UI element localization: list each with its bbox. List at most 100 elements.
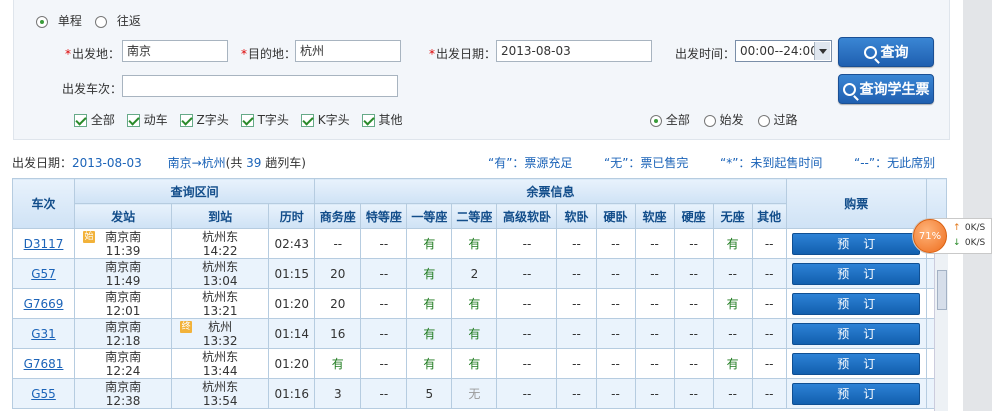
station-filter-origin[interactable]: 始发 [703, 111, 744, 128]
seat-count-cell: 无 [451, 378, 498, 409]
header-depart[interactable]: 发站 [74, 203, 173, 229]
header-arrive[interactable]: 到站 [171, 203, 270, 229]
station-filter-label: 始发 [719, 113, 744, 127]
from-input[interactable]: 南京 [122, 40, 228, 62]
seat-count-cell: 有 [406, 228, 453, 259]
seat-count-cell: -- [595, 348, 636, 379]
checkbox-icon[interactable] [74, 114, 87, 127]
station-filter-passing[interactable]: 过路 [757, 111, 798, 128]
student-query-button[interactable]: 查询学生票 [838, 74, 934, 104]
header-seat-type: 商务座 [314, 203, 362, 229]
train-number-link[interactable]: G7669 [24, 297, 64, 311]
checkbox-icon[interactable] [126, 114, 140, 127]
date-label-group: *出发日期： [429, 45, 496, 62]
radio-icon[interactable] [650, 114, 662, 127]
seat-count-cell: -- [595, 378, 636, 409]
train-type-all[interactable]: 全部 [74, 111, 115, 128]
seat-count-cell: -- [595, 318, 636, 349]
table-scrollbar[interactable] [934, 230, 948, 411]
train-number-link[interactable]: G31 [31, 327, 56, 341]
depart-time: 12:18 [105, 333, 141, 348]
train-type-t[interactable]: T字头 [240, 111, 289, 128]
depart-time: 12:01 [105, 303, 141, 318]
checkbox-icon[interactable] [240, 114, 254, 127]
trip-one-way[interactable]: 单程 [36, 12, 82, 29]
time-select-value: 00:00--24:00 [740, 44, 818, 58]
seat-count-cell: -- [673, 318, 714, 349]
seat-count-cell: -- [556, 288, 597, 319]
summary-count-suffix: 趟列车) [265, 156, 306, 170]
duration-cell: 01:15 [268, 258, 316, 289]
book-button[interactable]: 预订 [792, 382, 921, 405]
depart-time: 12:24 [105, 363, 141, 378]
upload-speed-row: ↑ 0K/S [953, 223, 985, 233]
book-button[interactable]: 预订 [792, 292, 921, 315]
depart-time: 11:39 [105, 243, 141, 258]
checkbox-icon[interactable] [361, 114, 375, 127]
depart-cell: 南京南 11:49 [74, 258, 173, 289]
legend-yes: “有”：票源充足 [488, 156, 573, 170]
query-button[interactable]: 查询 [838, 37, 934, 67]
seat-count-cell: -- [673, 288, 714, 319]
header-train[interactable]: 车次 [11, 178, 76, 229]
student-query-button-label: 查询学生票 [859, 82, 930, 98]
header-seat-type: 软卧 [556, 203, 597, 229]
seat-count-cell: 有 [451, 348, 498, 379]
book-button[interactable]: 预订 [792, 232, 921, 255]
arrive-station: 杭州东 [202, 289, 239, 304]
book-button[interactable]: 预订 [792, 352, 921, 375]
arrive-cell: 杭州东 13:54 [171, 378, 270, 409]
summary-count-prefix: (共 [225, 156, 243, 170]
checkbox-icon[interactable] [300, 114, 314, 127]
train-cell: G7681 [11, 348, 76, 379]
arrive-cell: 杭州东 14:22 [171, 228, 270, 259]
header-duration[interactable]: 历时 [268, 203, 316, 229]
train-type-d[interactable]: 动车 [126, 111, 168, 128]
duration-cell: 01:16 [268, 378, 316, 409]
train-cell: G31 [11, 318, 76, 349]
duration-cell: 01:20 [268, 288, 316, 319]
legend-none: “无”：票已售完 [604, 156, 689, 170]
chevron-down-icon[interactable] [814, 42, 830, 60]
book-button[interactable]: 预订 [792, 322, 921, 345]
round-trip-radio[interactable] [95, 15, 107, 28]
duration-cell: 01:20 [268, 348, 316, 379]
book-cell: 预订 [785, 228, 927, 259]
scroll-thumb[interactable] [937, 270, 947, 310]
to-input[interactable]: 杭州 [295, 40, 401, 62]
checkbox-icon[interactable] [179, 114, 193, 127]
summary-route: 南京→杭州 [167, 156, 226, 170]
seat-count-cell: -- [556, 258, 597, 289]
train-type-k[interactable]: K字头 [300, 111, 350, 128]
depart-station: 南京南 [105, 349, 142, 364]
seat-count-cell: -- [751, 228, 787, 259]
depart-time: 12:38 [105, 393, 141, 408]
time-select[interactable]: 00:00--24:00 [735, 40, 832, 62]
seat-count-cell: 有 [314, 348, 362, 379]
speed-widget[interactable]: 71% ↑ 0K/S ↓ 0K/S [912, 218, 992, 254]
radio-icon[interactable] [757, 114, 770, 127]
station-filter-label: 过路 [773, 113, 798, 127]
one-way-radio[interactable] [36, 15, 48, 28]
seat-count-cell: -- [556, 318, 597, 349]
seat-count-cell: 有 [406, 318, 453, 349]
radio-icon[interactable] [703, 114, 716, 127]
seat-count-cell: -- [634, 258, 675, 289]
train-no-input[interactable] [122, 75, 398, 97]
train-rows: D3117 始南京南 11:39 杭州东 14:22 02:43 -- -- 有有 -- -- -- -… [11, 228, 948, 409]
train-number-link[interactable]: D3117 [24, 237, 64, 251]
seat-count-cell: -- [673, 348, 714, 379]
train-number-link[interactable]: G55 [31, 387, 56, 401]
train-number-link[interactable]: G7681 [24, 357, 64, 371]
book-button[interactable]: 预订 [792, 262, 921, 285]
station-filter-all[interactable]: 全部 [650, 111, 690, 128]
trip-round-trip[interactable]: 往返 [95, 12, 141, 29]
arrive-cell: 终杭州 13:32 [171, 318, 270, 349]
download-speed-row: ↓ 0K/S [953, 238, 985, 248]
arrive-station: 杭州东 [202, 229, 239, 244]
seat-count-cell: -- [496, 228, 558, 259]
train-type-other[interactable]: 其他 [361, 111, 402, 128]
date-input[interactable]: 2013-08-03 [496, 40, 652, 62]
train-number-link[interactable]: G57 [31, 267, 56, 281]
train-type-z[interactable]: Z字头 [179, 111, 229, 128]
